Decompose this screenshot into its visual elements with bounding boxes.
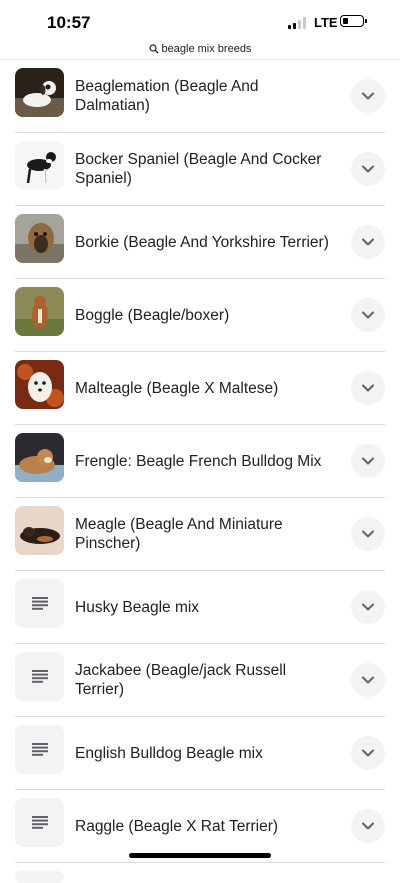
chevron-down-icon bbox=[362, 165, 374, 173]
list-item-label: Bocker Spaniel (Beagle And Cocker Spanie… bbox=[75, 151, 322, 187]
expand-button[interactable] bbox=[351, 809, 385, 843]
list-item[interactable]: Boggle (Beagle/boxer) bbox=[15, 279, 385, 352]
home-indicator[interactable] bbox=[129, 853, 271, 858]
chevron-down-icon bbox=[362, 238, 374, 246]
document-icon bbox=[15, 652, 64, 701]
chevron-down-icon bbox=[362, 530, 374, 538]
document-icon bbox=[15, 871, 64, 883]
network-type: LTE bbox=[314, 15, 338, 30]
document-icon bbox=[15, 579, 64, 628]
dog-thumbnail bbox=[15, 506, 64, 555]
expand-button[interactable] bbox=[351, 590, 385, 624]
chevron-down-icon bbox=[362, 311, 374, 319]
list-item-label: Meagle (Beagle And Miniature Pinscher) bbox=[75, 516, 283, 552]
list-item[interactable]: Malteagle (Beagle X Maltese) bbox=[15, 352, 385, 425]
status-time: 10:57 bbox=[47, 13, 91, 32]
battery-icon bbox=[340, 15, 367, 27]
list-item-label: Raggle (Beagle X Rat Terrier) bbox=[75, 817, 279, 835]
dog-thumbnail bbox=[15, 360, 64, 409]
list-item[interactable]: Frengle: Beagle French Bulldog Mix bbox=[15, 425, 385, 498]
search-icon bbox=[148, 43, 159, 53]
expand-button[interactable] bbox=[351, 444, 385, 478]
list-item[interactable]: Jackabee (Beagle/jack Russell Terrier) bbox=[15, 644, 385, 717]
list-item-partial[interactable] bbox=[15, 863, 385, 883]
expand-button[interactable] bbox=[351, 736, 385, 770]
dog-thumbnail bbox=[15, 433, 64, 482]
url-query: beagle mix breeds bbox=[161, 42, 252, 55]
expand-button[interactable] bbox=[351, 79, 385, 113]
chevron-down-icon bbox=[362, 603, 374, 611]
list-item-label: Boggle (Beagle/boxer) bbox=[75, 306, 230, 324]
list-item-label: Jackabee (Beagle/jack Russell Terrier) bbox=[75, 662, 287, 698]
dog-thumbnail bbox=[15, 68, 64, 117]
expand-button[interactable] bbox=[351, 663, 385, 697]
chevron-down-icon bbox=[362, 749, 374, 757]
list-item[interactable]: Borkie (Beagle And Yorkshire Terrier) bbox=[15, 206, 385, 279]
signal-strength-icon bbox=[288, 17, 310, 29]
chevron-down-icon bbox=[362, 676, 374, 684]
chevron-down-icon bbox=[362, 384, 374, 392]
list-item[interactable]: Beaglemation (Beagle And Dalmatian) bbox=[15, 60, 385, 133]
document-icon bbox=[15, 725, 64, 774]
dog-thumbnail bbox=[15, 287, 64, 336]
list-item[interactable]: Meagle (Beagle And Miniature Pinscher) bbox=[15, 498, 385, 571]
expand-button[interactable] bbox=[351, 225, 385, 259]
list-item[interactable]: Bocker Spaniel (Beagle And Cocker Spanie… bbox=[15, 133, 385, 206]
list-item[interactable]: Husky Beagle mix bbox=[15, 571, 385, 644]
list-item[interactable]: English Bulldog Beagle mix bbox=[15, 717, 385, 790]
dog-thumbnail bbox=[15, 141, 64, 190]
breed-list: Beaglemation (Beagle And Dalmatian) Bock… bbox=[0, 60, 400, 883]
list-item-label: Beaglemation (Beagle And Dalmatian) bbox=[75, 78, 259, 114]
chevron-down-icon bbox=[362, 457, 374, 465]
expand-button[interactable] bbox=[351, 298, 385, 332]
status-bar: 10:57 LTE bbox=[0, 0, 400, 38]
list-item-label: Borkie (Beagle And Yorkshire Terrier) bbox=[75, 233, 329, 251]
expand-button[interactable] bbox=[351, 517, 385, 551]
expand-button[interactable] bbox=[351, 152, 385, 186]
list-item-label: Frengle: Beagle French Bulldog Mix bbox=[75, 452, 322, 470]
list-item-label: Husky Beagle mix bbox=[75, 598, 200, 616]
dog-thumbnail bbox=[15, 214, 64, 263]
document-icon bbox=[15, 798, 64, 847]
url-bar[interactable]: beagle mix breeds bbox=[0, 38, 400, 60]
list-item-label: English Bulldog Beagle mix bbox=[75, 744, 263, 762]
chevron-down-icon bbox=[362, 92, 374, 100]
expand-button[interactable] bbox=[351, 371, 385, 405]
chevron-down-icon bbox=[362, 822, 374, 830]
list-item-label: Malteagle (Beagle X Maltese) bbox=[75, 379, 279, 397]
